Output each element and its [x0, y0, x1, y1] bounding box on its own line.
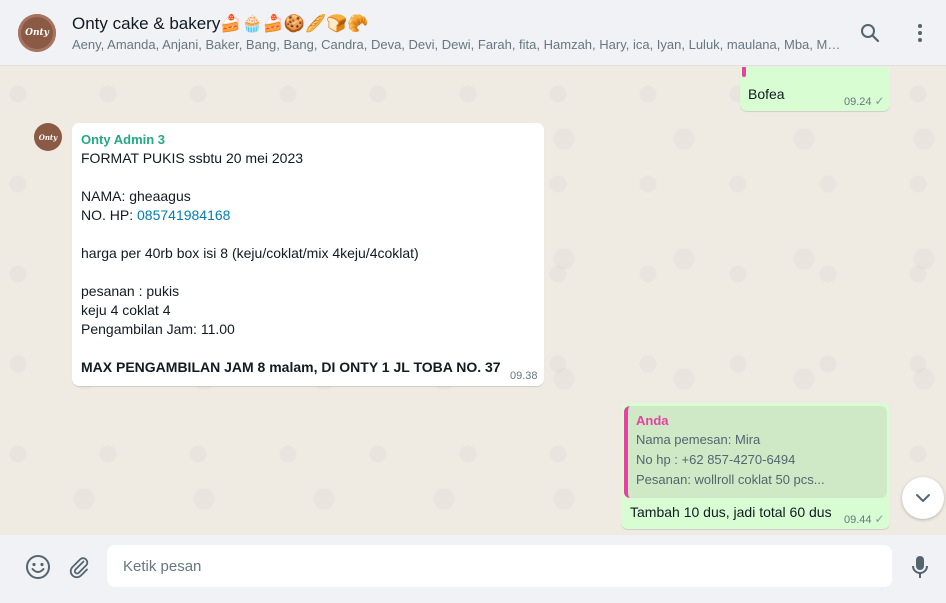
message-line: NAMA: gheaagus: [81, 188, 191, 204]
message-line: pesanan : pukis: [81, 283, 180, 299]
mic-icon: [912, 556, 928, 578]
message-time: 09.44 ✓: [844, 512, 885, 526]
message-list[interactable]: Bofea 09.24 ✓ Onty Onty Admin 3 FORMAT PU…: [0, 67, 946, 535]
group-info[interactable]: Onty cake & bakery🍰🧁🍰🍪🥖🍞🥐 Aeny, Amanda, …: [72, 12, 842, 54]
emoji-icon: [26, 555, 50, 579]
message-incoming-format[interactable]: Onty Admin 3 FORMAT PUKIS ssbtu 20 mei 2…: [72, 123, 544, 386]
message-line: FORMAT PUKIS ssbtu 20 mei 2023: [81, 150, 304, 166]
message-text: Tambah 10 dus, jadi total 60 dus: [630, 504, 832, 520]
quote-line: No hp : +62 857-4270-6494: [636, 452, 796, 467]
message-outgoing-reply[interactable]: Anda Nama pemesan: Mira No hp : +62 857-…: [621, 403, 890, 529]
group-avatar[interactable]: Onty: [18, 14, 56, 52]
scroll-down-button[interactable]: [902, 477, 944, 519]
message-input[interactable]: [107, 545, 892, 587]
message-line: NO. HP: 085741984168: [81, 207, 231, 223]
message-text: Bofea: [748, 86, 785, 102]
chevron-down-icon: [916, 494, 930, 502]
message-line: MAX PENGAMBILAN JAM 8 malam, DI ONTY 1 J…: [81, 359, 501, 375]
search-button[interactable]: [857, 20, 883, 46]
sender-avatar[interactable]: Onty: [34, 123, 62, 151]
quote-author: Anda: [636, 413, 669, 428]
menu-dots-icon: [918, 24, 922, 42]
phone-link[interactable]: 085741984168: [137, 207, 230, 223]
quoted-message[interactable]: Anda Nama pemesan: Mira No hp : +62 857-…: [624, 406, 887, 498]
search-icon: [861, 24, 880, 43]
sender-name[interactable]: Onty Admin 3: [81, 131, 535, 149]
chat-header: Onty Onty cake & bakery🍰🧁🍰🍪🥖🍞🥐 Aeny, Ama…: [0, 0, 946, 66]
attach-icon: [69, 557, 89, 579]
quote-line: Nama pemesan: Mira: [636, 432, 761, 447]
message-time: 09.38: [510, 370, 538, 382]
quote-bar: [742, 67, 746, 77]
group-members: Aeny, Amanda, Anjani, Baker, Bang, Bang,…: [72, 37, 842, 52]
menu-button[interactable]: [907, 20, 933, 46]
message-outgoing-bofea[interactable]: Bofea 09.24 ✓: [740, 67, 890, 111]
message-time: 09.24 ✓: [844, 94, 885, 108]
composer-bar: [0, 535, 946, 603]
message-line: Pengambilan Jam: 11.00: [81, 321, 235, 337]
voice-button[interactable]: [906, 553, 934, 581]
quote-line: Pesanan: wollroll coklat 50 pcs...: [636, 472, 825, 487]
message-line: harga per 40rb box isi 8 (keju/coklat/mi…: [81, 245, 419, 261]
emoji-button[interactable]: [24, 553, 52, 581]
sent-check-icon: ✓: [874, 94, 885, 108]
attach-button[interactable]: [65, 553, 93, 581]
sent-check-icon: ✓: [874, 512, 885, 526]
message-line: keju 4 coklat 4: [81, 302, 171, 318]
group-title: Onty cake & bakery🍰🧁🍰🍪🥖🍞🥐: [72, 14, 369, 33]
